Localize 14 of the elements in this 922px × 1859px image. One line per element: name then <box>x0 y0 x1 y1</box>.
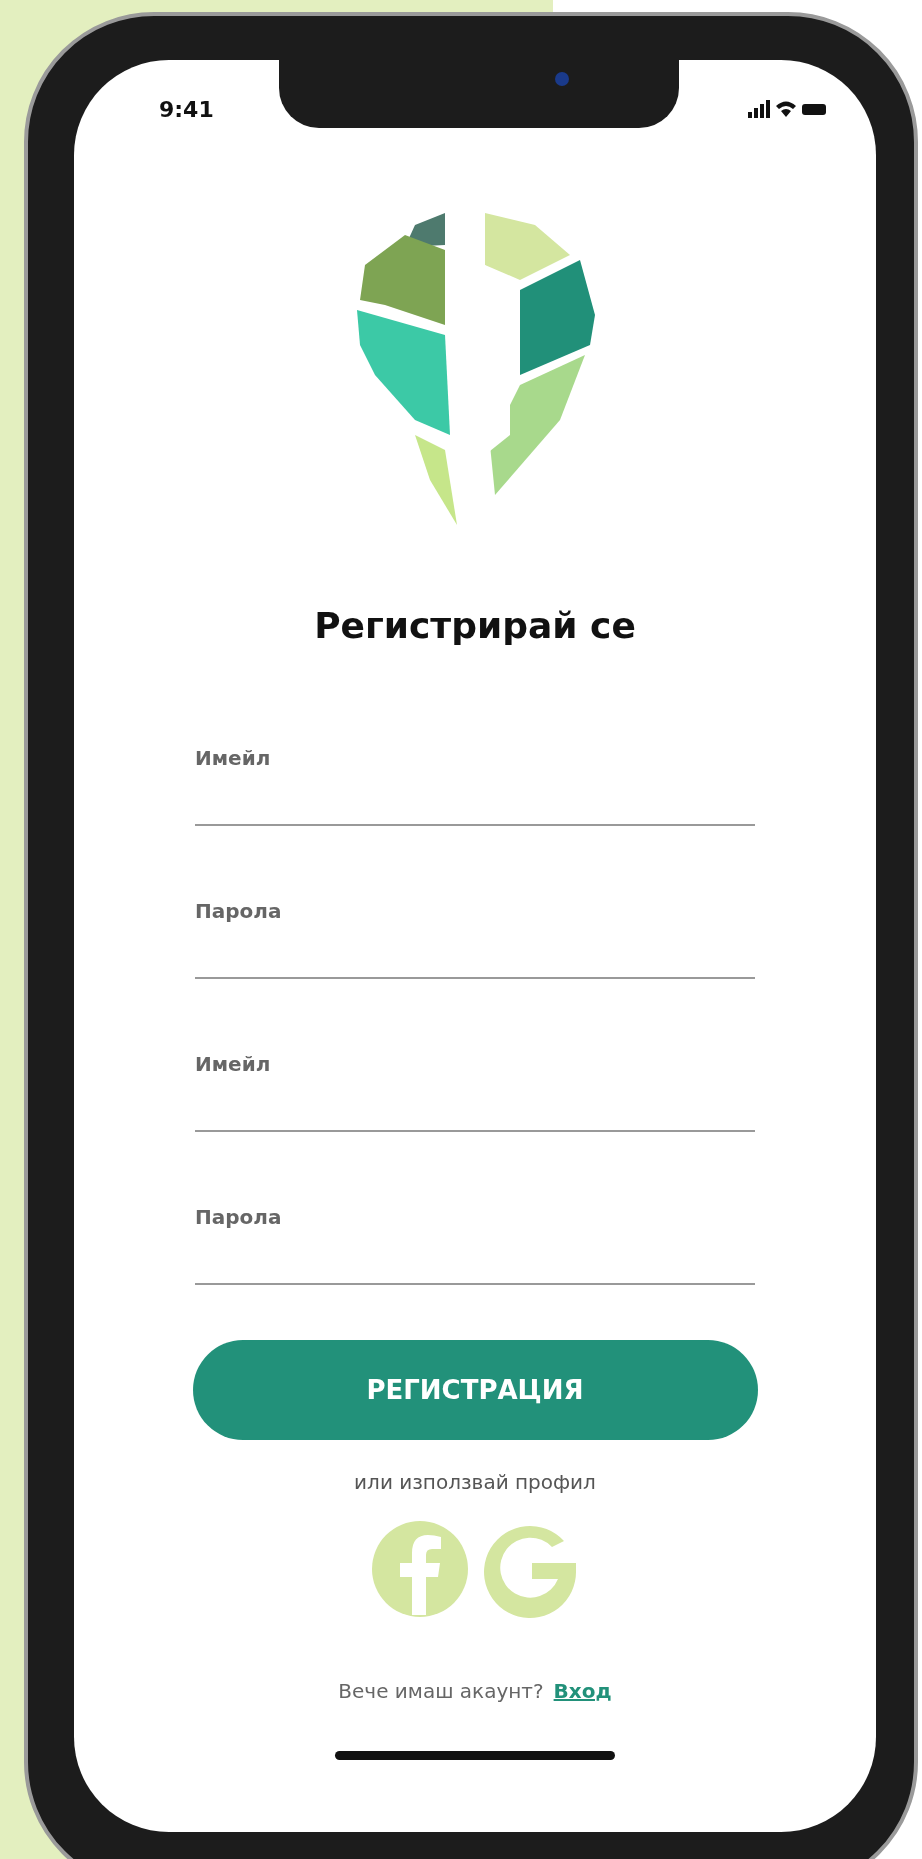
status-time: 9:41 <box>159 96 214 122</box>
register-button[interactable]: РЕГИСТРАЦИЯ <box>192 1340 758 1440</box>
page-title: Регистрирай се <box>314 605 636 646</box>
camera-icon <box>555 72 569 86</box>
field-label: Парола <box>195 899 283 923</box>
field-label: Парола <box>195 1205 283 1229</box>
social-prompt: или използвай профил <box>354 1470 596 1494</box>
login-link[interactable]: Вход <box>553 1679 612 1703</box>
field-label: Имейл <box>195 746 272 770</box>
wifi-icon <box>776 101 796 117</box>
field-label: Имейл <box>195 1052 272 1076</box>
battery-icon <box>802 103 826 115</box>
account-question: Вече имаш акаунт? <box>338 1679 544 1703</box>
signal-icon <box>748 100 770 118</box>
